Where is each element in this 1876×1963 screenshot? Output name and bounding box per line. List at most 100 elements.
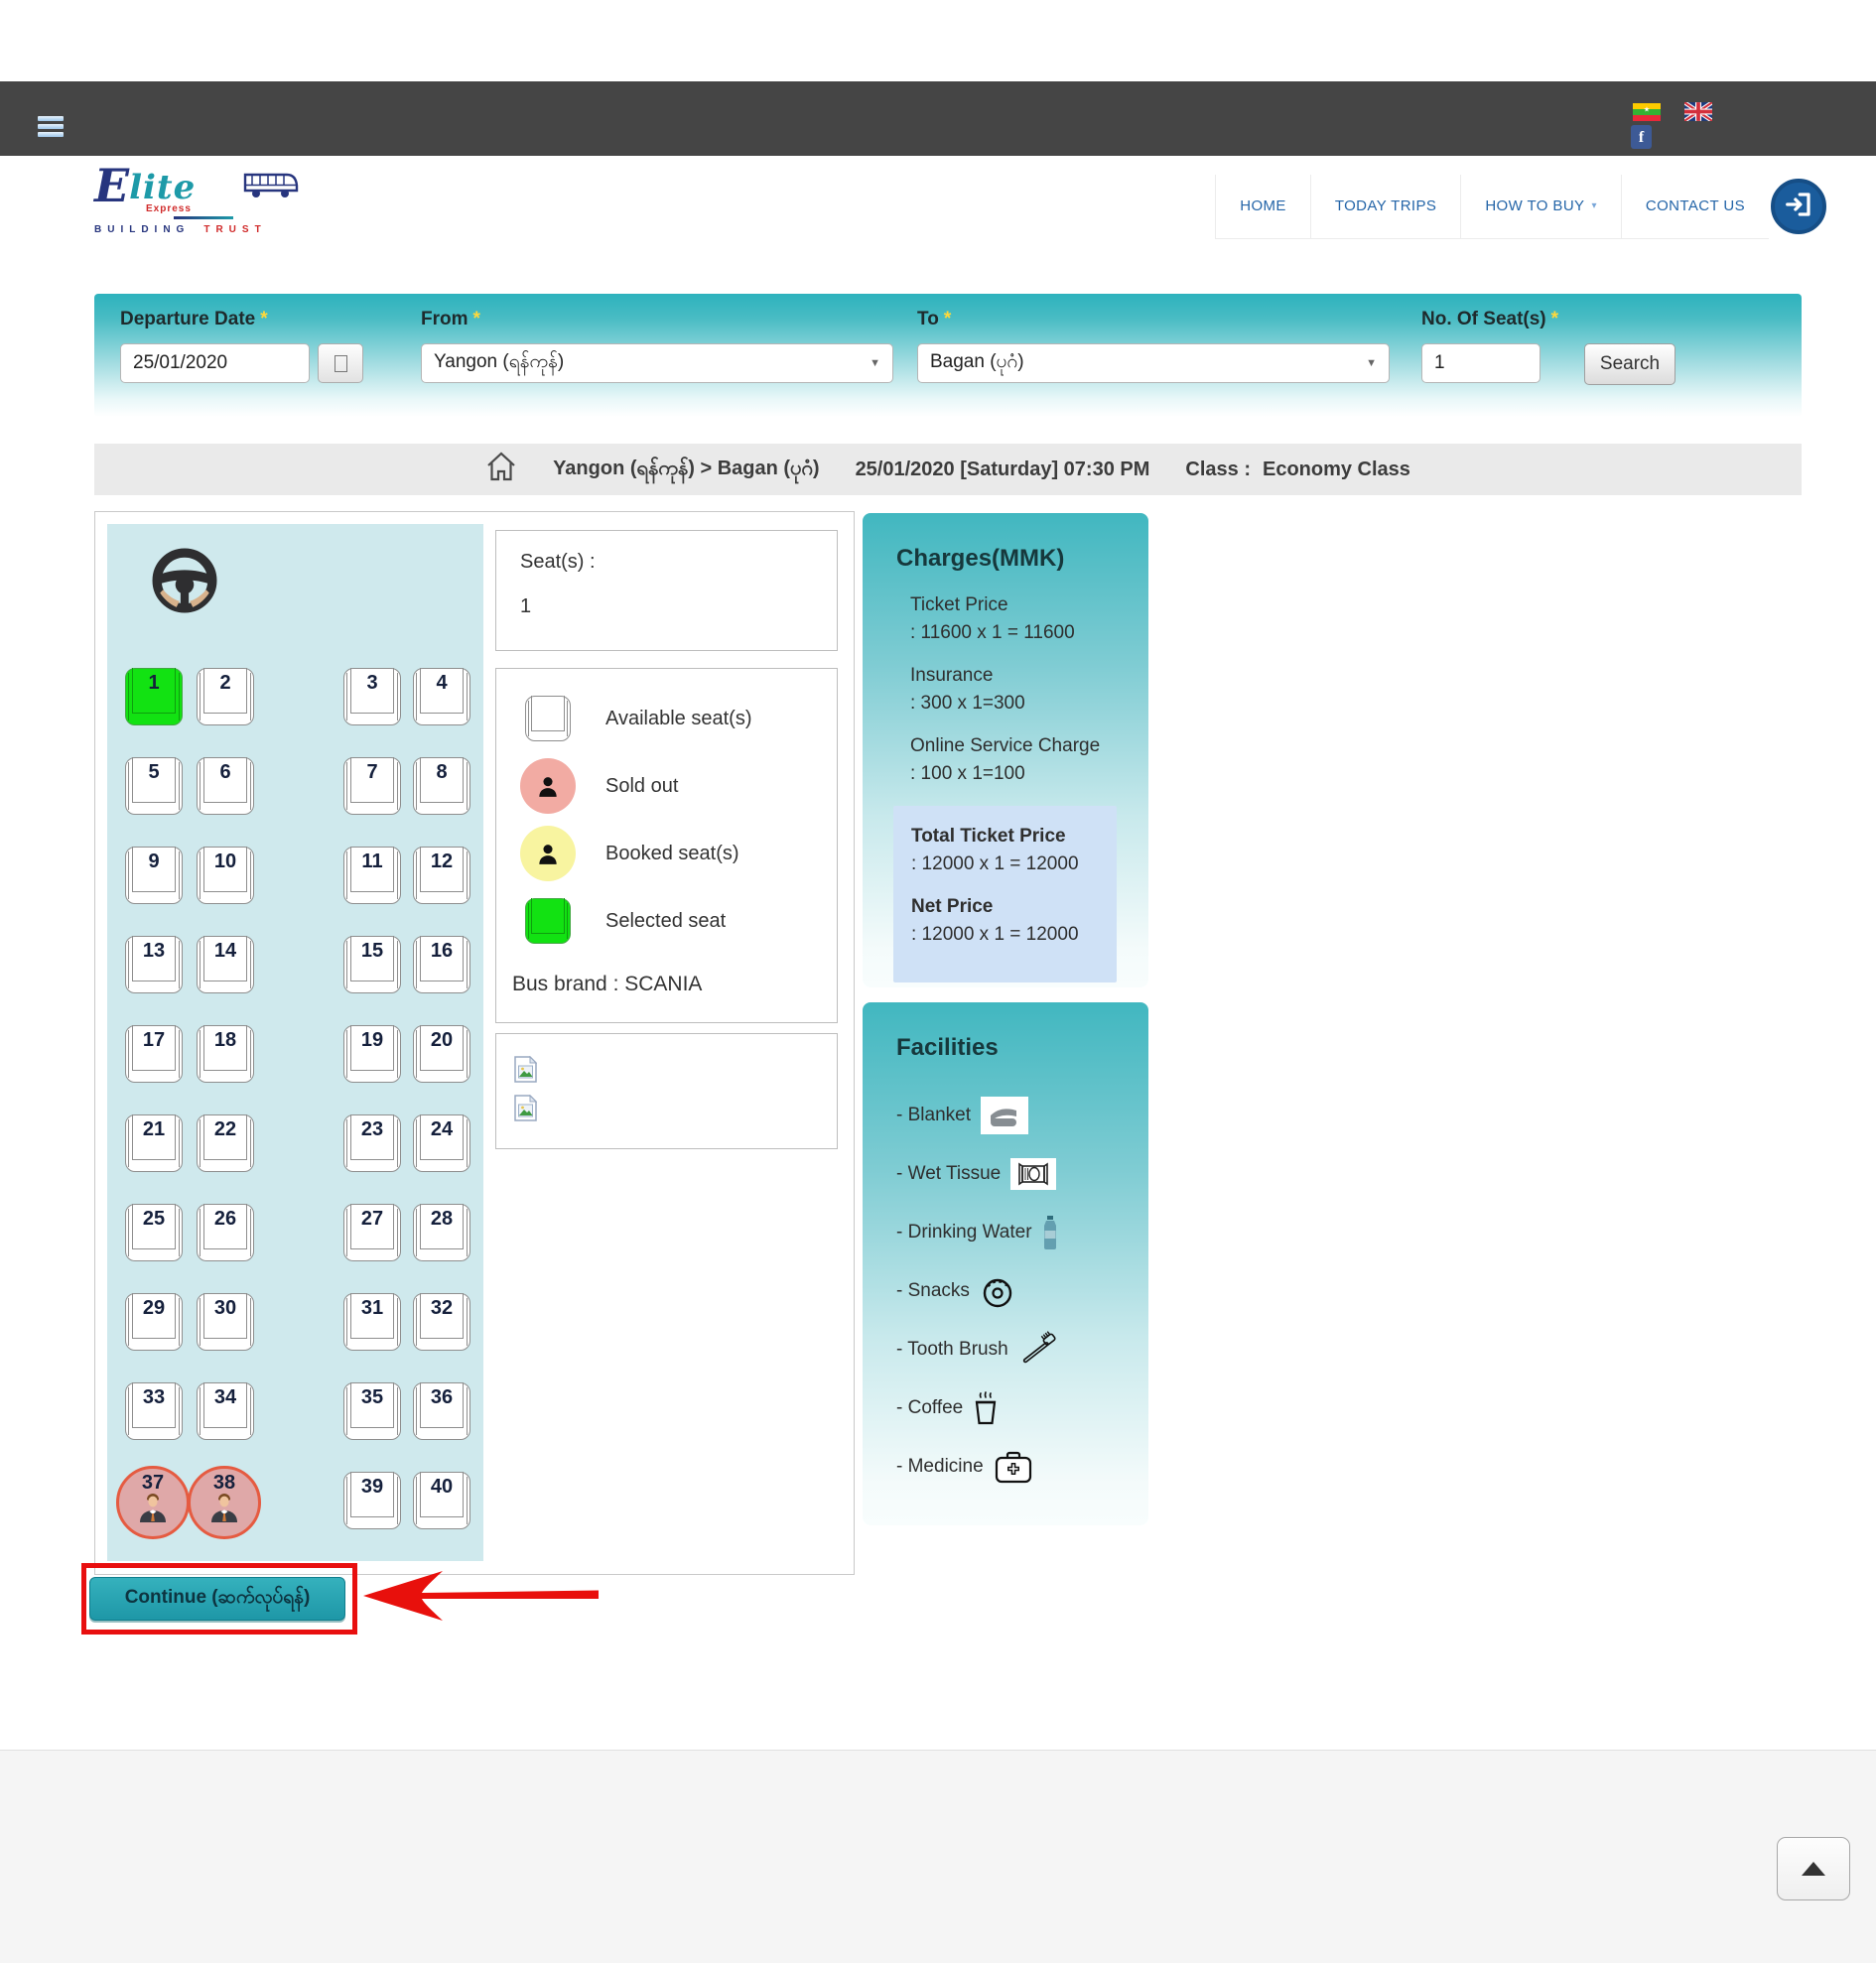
seat-8[interactable]: 8 <box>413 757 470 815</box>
seat-row: 37383940 <box>125 1472 470 1529</box>
wet-tissue-icon <box>1010 1158 1056 1190</box>
seat-31[interactable]: 31 <box>343 1293 401 1351</box>
seat-40[interactable]: 40 <box>413 1472 470 1529</box>
facility-label: - Coffee <box>896 1397 963 1419</box>
charge-value: : 12000 x 1 = 12000 <box>911 853 1107 875</box>
continue-button[interactable]: Continue (ဆက်လုပ်ရန်) <box>89 1577 345 1621</box>
charge-value: : 12000 x 1 = 12000 <box>911 924 1107 946</box>
seat-32[interactable]: 32 <box>413 1293 470 1351</box>
charge-item: Insurance: 300 x 1=300 <box>910 665 1131 715</box>
seat-25[interactable]: 25 <box>125 1204 183 1261</box>
seat-26[interactable]: 26 <box>197 1204 254 1261</box>
logo-swoosh <box>174 216 233 219</box>
brand-logo[interactable]: E lite Express BUILDINGTRUST <box>94 166 323 235</box>
myanmar-flag-icon[interactable] <box>1633 103 1661 121</box>
seat-28[interactable]: 28 <box>413 1204 470 1261</box>
facility-label: - Snacks <box>896 1280 970 1302</box>
seat-36[interactable]: 36 <box>413 1382 470 1440</box>
legend-label: Available seat(s) <box>605 708 751 730</box>
seat-13[interactable]: 13 <box>125 936 183 993</box>
charge-value: : 300 x 1=300 <box>910 693 1131 715</box>
facility-row: - Wet Tissue <box>896 1144 1148 1203</box>
seat-20[interactable]: 20 <box>413 1025 470 1083</box>
seat-11[interactable]: 11 <box>343 847 401 904</box>
blanket-icon <box>981 1097 1028 1134</box>
legend-row: Selected seat <box>496 887 837 955</box>
seat-33[interactable]: 33 <box>125 1382 183 1440</box>
uk-flag-icon[interactable] <box>1684 102 1712 121</box>
seat-39[interactable]: 39 <box>343 1472 401 1529</box>
legend-label: Sold out <box>605 775 678 798</box>
seat-3[interactable]: 3 <box>343 668 401 725</box>
seat-19[interactable]: 19 <box>343 1025 401 1083</box>
trip-datetime: 25/01/2020 [Saturday] 07:30 PM <box>856 458 1150 481</box>
seat-9[interactable]: 9 <box>125 847 183 904</box>
seat-2[interactable]: 2 <box>197 668 254 725</box>
seat-selection-panel: 1234567891011121314151617181920212223242… <box>94 511 855 1575</box>
seat-22[interactable]: 22 <box>197 1114 254 1172</box>
seat-15[interactable]: 15 <box>343 936 401 993</box>
selected-seat-icon <box>525 898 571 944</box>
seats-label: Seat(s) : <box>520 551 813 574</box>
seat-17[interactable]: 17 <box>125 1025 183 1083</box>
facilities-title: Facilities <box>863 1002 1148 1062</box>
seat-14[interactable]: 14 <box>197 936 254 993</box>
seat-row: 1718 1920 <box>125 1025 470 1083</box>
seat-24[interactable]: 24 <box>413 1114 470 1172</box>
seat-4[interactable]: 4 <box>413 668 470 725</box>
nav-item-home[interactable]: HOME <box>1215 175 1310 239</box>
to-select[interactable]: Bagan (ပုဂံ)▼ <box>917 343 1390 383</box>
seat-35[interactable]: 35 <box>343 1382 401 1440</box>
seat-12[interactable]: 12 <box>413 847 470 904</box>
seat-6[interactable]: 6 <box>197 757 254 815</box>
to-label: To* <box>917 309 951 330</box>
scroll-to-top-button[interactable] <box>1777 1837 1850 1900</box>
seat-row: 2122 2324 <box>125 1114 470 1172</box>
nav-item-how-to-buy[interactable]: HOW TO BUY▾ <box>1460 175 1621 239</box>
nav-item-today-trips[interactable]: TODAY TRIPS <box>1310 175 1461 239</box>
hamburger-menu-icon[interactable] <box>38 116 64 140</box>
departure-date-label: Departure Date* <box>120 309 268 330</box>
header: E lite Express BUILDINGTRUST HOMETODAY T… <box>0 156 1876 258</box>
charges-panel: Charges(MMK) Ticket Price: 11600 x 1 = 1… <box>863 513 1148 987</box>
departure-date-input[interactable]: 25/01/2020 <box>120 343 310 383</box>
seat-1[interactable]: 1 <box>125 668 183 725</box>
class-label: Class : <box>1185 458 1251 481</box>
seat-34[interactable]: 34 <box>197 1382 254 1440</box>
chevron-down-icon: ▾ <box>1591 200 1596 211</box>
charge-value: : 11600 x 1 = 11600 <box>910 622 1131 644</box>
selected-seats-box: Seat(s) : 1 <box>495 530 838 651</box>
nav-item-contact-us[interactable]: CONTACT US <box>1621 175 1769 239</box>
seat-5[interactable]: 5 <box>125 757 183 815</box>
facility-label: - Blanket <box>896 1105 971 1126</box>
facility-label: - Wet Tissue <box>896 1163 1001 1185</box>
charge-item: Ticket Price: 11600 x 1 = 11600 <box>910 594 1131 644</box>
from-select[interactable]: Yangon (ရန်ကုန်)▼ <box>421 343 893 383</box>
booked-seat-icon <box>520 826 576 881</box>
login-button[interactable] <box>1771 179 1826 234</box>
facebook-icon[interactable]: f <box>1631 125 1652 149</box>
seat-16[interactable]: 16 <box>413 936 470 993</box>
seat-37-sold: 37 <box>125 1472 183 1529</box>
seat-10[interactable]: 10 <box>197 847 254 904</box>
seat-27[interactable]: 27 <box>343 1204 401 1261</box>
coffee-icon <box>973 1390 999 1426</box>
num-seats-input[interactable]: 1 <box>1421 343 1541 383</box>
seat-29[interactable]: 29 <box>125 1293 183 1351</box>
seat-23[interactable]: 23 <box>343 1114 401 1172</box>
seats-value: 1 <box>520 595 813 618</box>
seat-21[interactable]: 21 <box>125 1114 183 1172</box>
seat-18[interactable]: 18 <box>197 1025 254 1083</box>
seat-7[interactable]: 7 <box>343 757 401 815</box>
datepicker-button[interactable] <box>318 343 363 383</box>
legend-row: Booked seat(s) <box>496 820 837 887</box>
search-button[interactable]: Search <box>1584 343 1675 385</box>
charges-title: Charges(MMK) <box>863 513 1148 573</box>
broken-image-icon <box>514 1056 537 1083</box>
seat-30[interactable]: 30 <box>197 1293 254 1351</box>
main-nav: HOMETODAY TRIPSHOW TO BUY▾CONTACT US <box>1215 175 1826 238</box>
seat-map: 1234567891011121314151617181920212223242… <box>107 524 483 1561</box>
logo-tagline: BUILDINGTRUST <box>94 224 323 235</box>
charges-total-box: Total Ticket Price: 12000 x 1 = 12000Net… <box>893 806 1117 982</box>
bus-logo-icon <box>241 168 301 210</box>
